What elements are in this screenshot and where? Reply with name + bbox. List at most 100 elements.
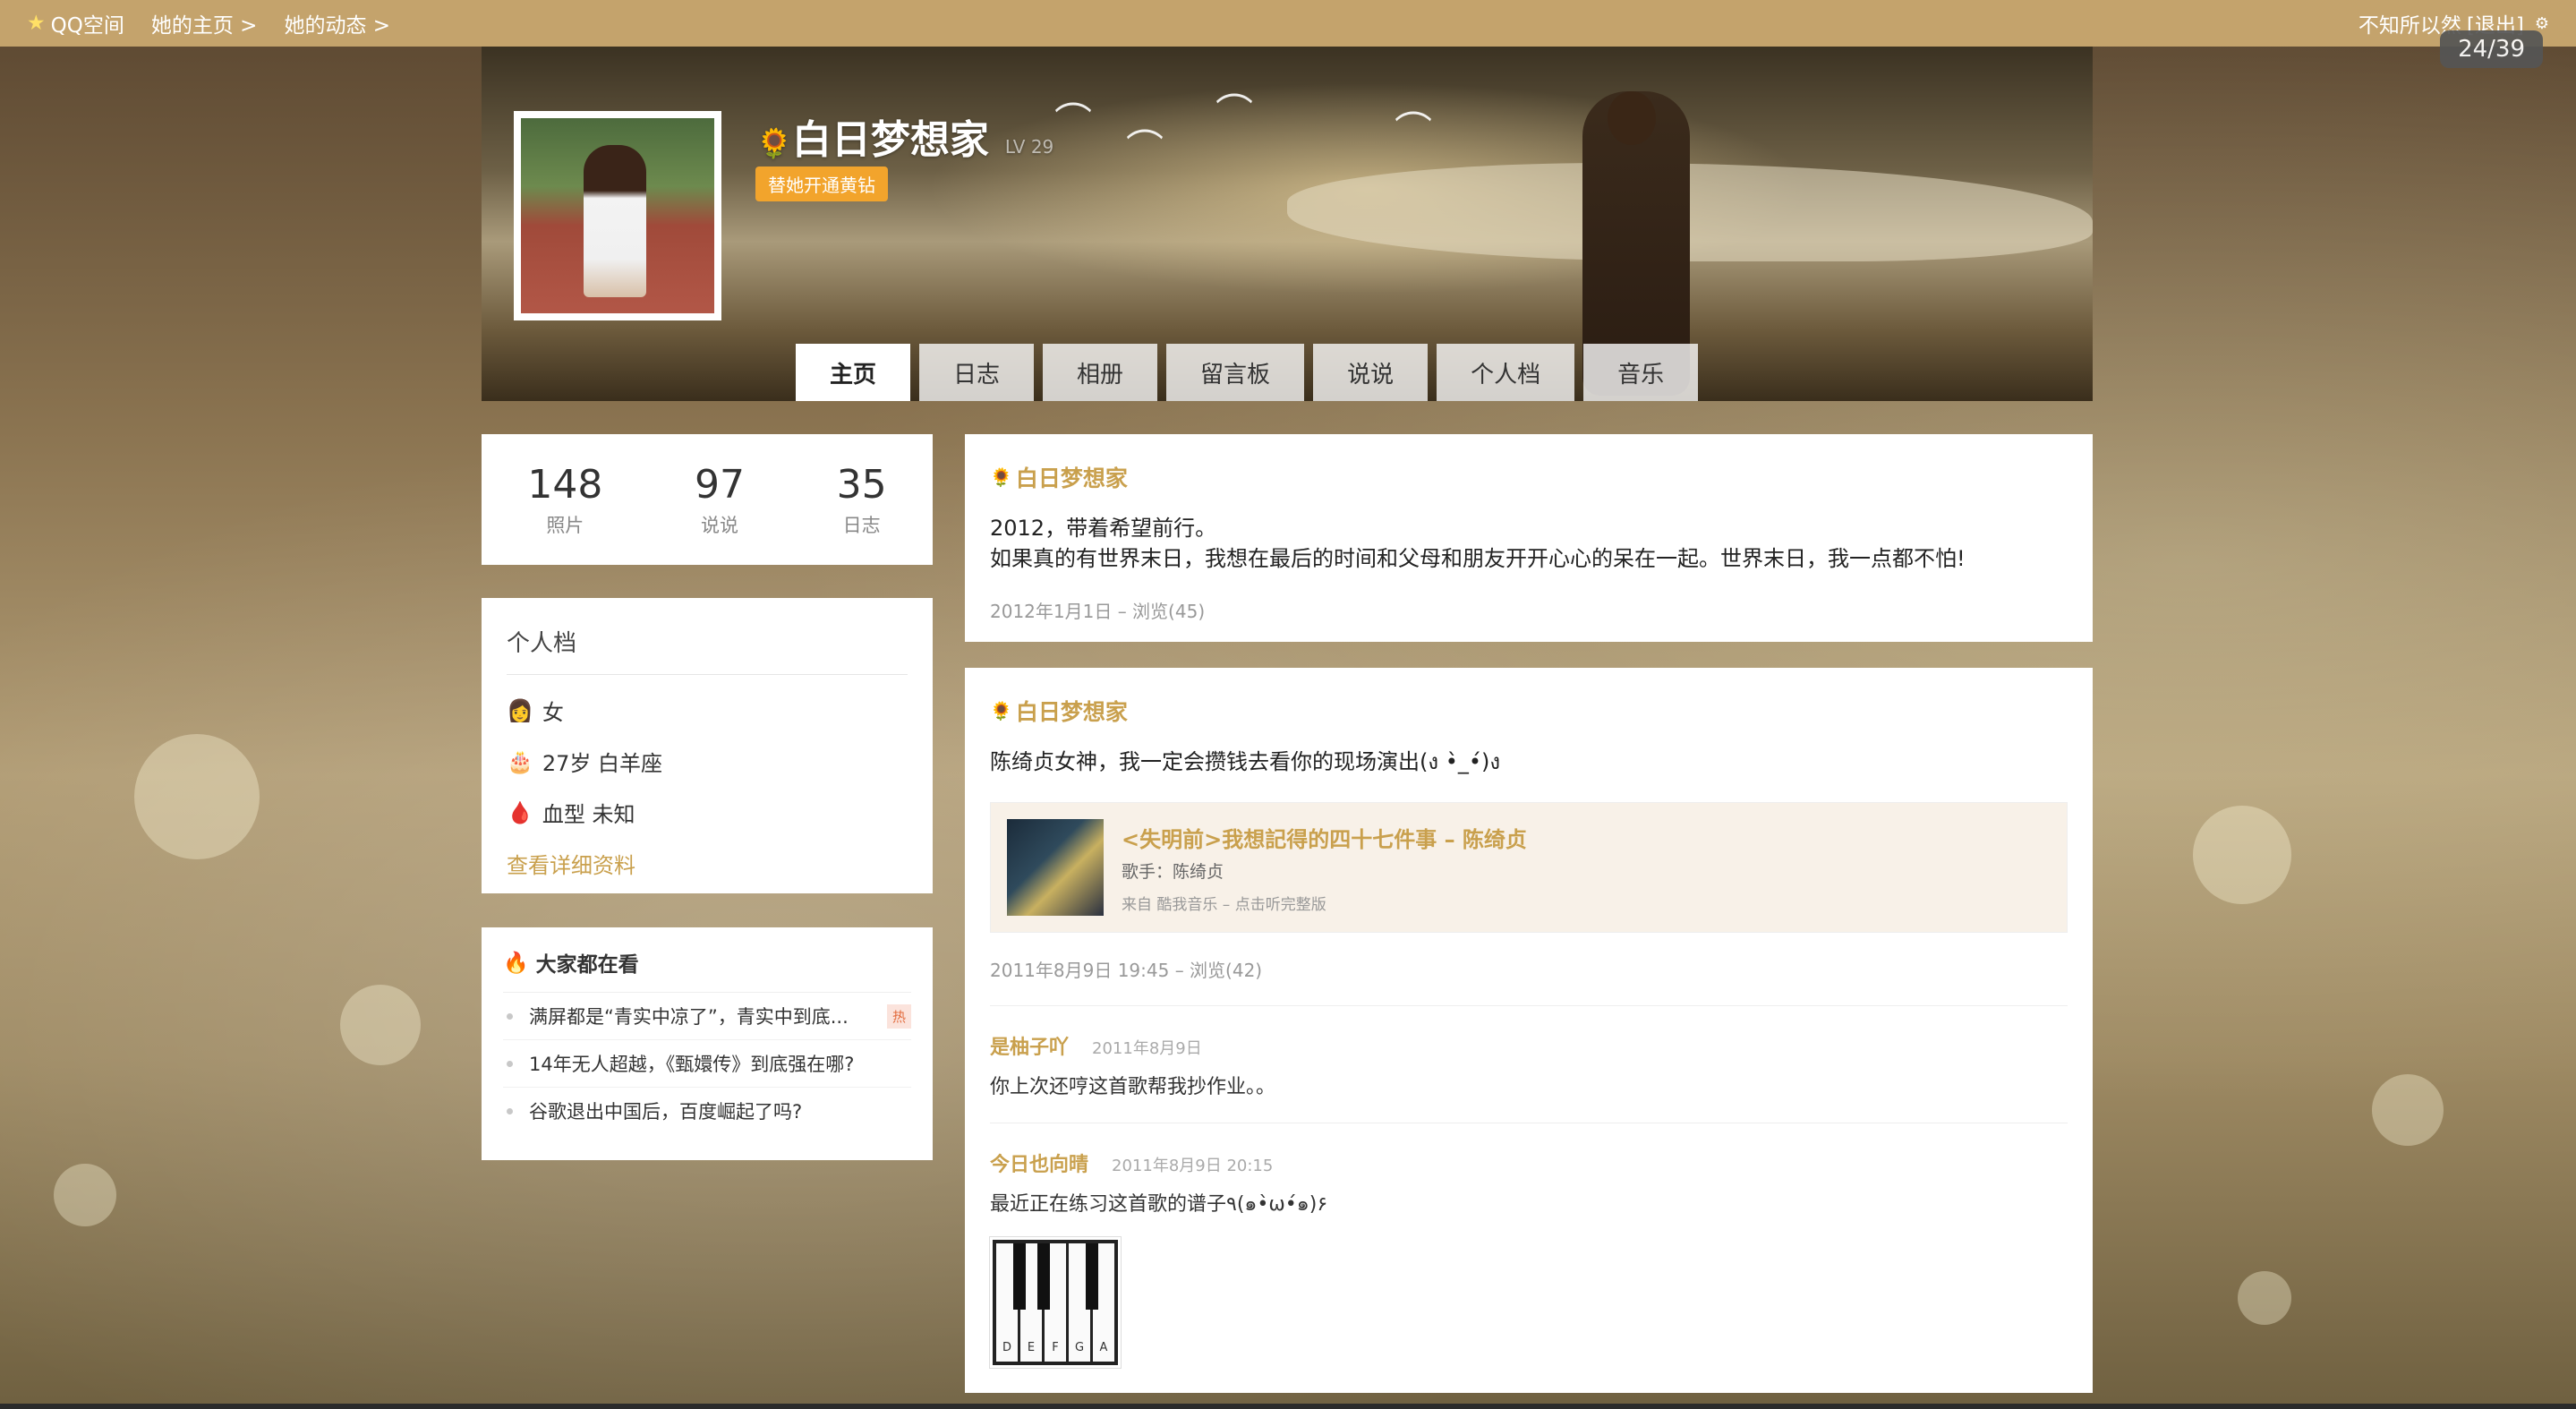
view-details-link[interactable]: 查看详细资料 xyxy=(507,848,908,879)
stat-photos[interactable]: 148 照片 xyxy=(527,462,602,538)
sunflower-icon: 🌻 xyxy=(756,126,792,160)
age-text: 27岁 白羊座 xyxy=(542,751,663,776)
post-body: 陈绮贞女神，我一定会攒钱去看你的现场演出(ง •̀_•́)ง xyxy=(990,749,1501,774)
bokeh-light xyxy=(340,985,421,1065)
hot-badge: 热 xyxy=(886,1003,911,1029)
trending-item[interactable]: 满屏都是“青实中凉了”，青实中到底... 热 xyxy=(503,993,911,1040)
comment-author[interactable]: 今日也向晴 xyxy=(990,1149,1088,1177)
divider xyxy=(990,1005,2068,1006)
trending-item[interactable]: 谷歌退出中国后，百度崛起了吗? xyxy=(503,1088,911,1134)
post-text-line: 2012，带着希望前行。 xyxy=(990,516,1217,541)
comment-time: 2011年8月9日 20:15 xyxy=(1112,1157,1274,1175)
profile-card: 个人档 👩 女 🎂 27岁 白羊座 🩸 血型 未知 查看详细资料 xyxy=(482,598,933,893)
comment: 今日也向晴 2011年8月9日 20:15 最近正在练习这首歌的谱子٩(๑•̀ω… xyxy=(990,1149,2068,1368)
bird-icon: ⌒ xyxy=(1215,90,1254,134)
trending-item-text: 满屏都是“青实中凉了”，青实中到底... xyxy=(529,1006,849,1028)
bullet-icon xyxy=(507,1012,513,1020)
age-row: 🎂 27岁 白羊座 xyxy=(507,746,908,777)
bokeh-light xyxy=(2193,806,2291,904)
level-badge: LV 29 xyxy=(1004,136,1054,158)
music-title[interactable]: <失明前>我想記得的四十七件事 – 陈绮贞 xyxy=(1122,822,1527,853)
feed-post: 🌻 白日梦想家 2012，带着希望前行。 如果真的有世界末日，我想在最后的时间和… xyxy=(965,434,2093,642)
gender-text: 女 xyxy=(542,700,564,725)
music-singer: 歌手：陈绮贞 xyxy=(1122,861,1224,882)
comment-text: 你上次还哼这首歌帮我抄作业。。 xyxy=(990,1076,1276,1098)
post-author-name: 白日梦想家 xyxy=(1015,699,1128,725)
bird-icon: ⌒ xyxy=(1126,126,1164,170)
birthday-cake-icon: 🎂 xyxy=(507,748,533,774)
bokeh-light xyxy=(2372,1074,2444,1146)
bokeh-light xyxy=(54,1164,116,1226)
bullet-icon xyxy=(507,1060,513,1067)
post-body: 2012，带着希望前行。 如果真的有世界末日，我想在最后的时间和父母和朋友开开心… xyxy=(990,513,2068,574)
bird-icon: ⌒ xyxy=(1395,108,1433,152)
settings-icon[interactable]: ⚙ xyxy=(2535,14,2549,33)
bokeh-light xyxy=(134,734,260,859)
stat-number: 97 xyxy=(694,461,745,508)
post-meta: 2011年8月9日 19:45 – 浏览(42) xyxy=(990,960,1263,981)
stats-card: 148 照片 97 说说 35 日志 xyxy=(482,434,933,565)
post-author[interactable]: 🌻 白日梦想家 xyxy=(990,695,2068,727)
avatar-figure xyxy=(584,145,646,297)
trending-item-text: 14年无人超越，《甄嬛传》到底强在哪? xyxy=(529,1054,855,1075)
avatar[interactable] xyxy=(514,111,721,320)
stat-label: 照片 xyxy=(546,514,584,536)
qzone-label: QQ空间 xyxy=(50,14,124,38)
trending-item-text: 谷歌退出中国后，百度崛起了吗? xyxy=(529,1101,803,1123)
stat-blogs[interactable]: 35 日志 xyxy=(837,462,887,538)
tab-home[interactable]: 主页 xyxy=(796,344,911,401)
sunflower-icon: 🌻 xyxy=(990,466,1012,488)
profile-card-title: 个人档 xyxy=(507,625,908,675)
stat-shuoshuo[interactable]: 97 说说 xyxy=(695,462,745,538)
slide-counter: 24/39 xyxy=(2440,30,2543,68)
her-home-link[interactable]: 她的主页 > xyxy=(151,8,258,38)
banner-lake xyxy=(1287,163,2093,261)
avatar-photo xyxy=(521,118,714,313)
trending-item[interactable]: 14年无人超越，《甄嬛传》到底强在哪? xyxy=(503,1040,911,1088)
her-feed-link[interactable]: 她的动态 > xyxy=(284,8,390,38)
banner-woman-head xyxy=(1608,91,1656,145)
profile-tabs: 主页 日志 相册 留言板 说说 个人档 音乐 xyxy=(796,344,1699,401)
sunflower-icon: 🌻 xyxy=(990,700,1012,722)
piano-image[interactable]: D E F G A xyxy=(990,1237,1121,1368)
music-source[interactable]: 来自 酷我音乐 – 点击听完整版 xyxy=(1122,892,1527,914)
tab-blog[interactable]: 日志 xyxy=(919,344,1035,401)
post-author[interactable]: 🌻 白日梦想家 xyxy=(990,461,2068,493)
tab-music[interactable]: 音乐 xyxy=(1583,344,1699,401)
tab-album[interactable]: 相册 xyxy=(1043,344,1158,401)
bird-icon: ⌒ xyxy=(1054,99,1093,143)
vip-open-button[interactable]: 替她开通黄钻 xyxy=(755,167,888,201)
tab-profile[interactable]: 个人档 xyxy=(1437,344,1575,401)
music-info: <失明前>我想記得的四十七件事 – 陈绮贞 歌手：陈绮贞 来自 酷我音乐 – 点… xyxy=(1122,822,1527,914)
comment-author[interactable]: 是柚子吖 xyxy=(990,1031,1069,1060)
top-nav-bar: ★ QQ空间 她的主页 > 她的动态 > 不知所以然 [退出] ⚙ xyxy=(0,0,2576,47)
trending-title: 🔥 大家都在看 xyxy=(503,947,911,993)
bottom-edge xyxy=(0,1404,2576,1409)
bokeh-light xyxy=(2238,1271,2291,1325)
album-cover xyxy=(1007,819,1104,916)
stat-number: 148 xyxy=(527,461,603,508)
qzone-link[interactable]: ★ QQ空间 xyxy=(27,8,124,38)
piano-key: G xyxy=(1069,1243,1098,1362)
piano-key: D xyxy=(996,1243,1026,1362)
feed-post: 🌻 白日梦想家 陈绮贞女神，我一定会攒钱去看你的现场演出(ง •̀_•́)ง <… xyxy=(965,668,2093,1393)
star-icon: ★ xyxy=(27,12,46,35)
comment-time: 2011年8月9日 xyxy=(1092,1039,1202,1058)
tab-shuoshuo[interactable]: 说说 xyxy=(1313,344,1429,401)
gender-icon: 👩 xyxy=(507,697,533,723)
post-meta: 2012年1月1日 – 浏览(45) xyxy=(990,601,1206,622)
comment: 是柚子吖 2011年8月9日 你上次还哼这首歌帮我抄作业。。 xyxy=(990,1031,2068,1099)
profile-name-text: 白日梦想家 xyxy=(791,117,989,163)
music-share-card[interactable]: <失明前>我想記得的四十七件事 – 陈绮贞 歌手：陈绮贞 来自 酷我音乐 – 点… xyxy=(990,802,2068,933)
post-author-name: 白日梦想家 xyxy=(1015,465,1128,491)
stat-label: 日志 xyxy=(842,514,881,536)
stat-label: 说说 xyxy=(700,514,738,536)
post-text-line: 如果真的有世界末日，我想在最后的时间和父母和朋友开开心心的呆在一起。世界末日，我… xyxy=(990,546,1966,571)
trending-card: 🔥 大家都在看 满屏都是“青实中凉了”，青实中到底... 热 14年无人超越，《… xyxy=(482,927,933,1160)
stat-number: 35 xyxy=(836,461,887,508)
tab-guestbook[interactable]: 留言板 xyxy=(1166,344,1305,401)
bullet-icon xyxy=(507,1107,513,1114)
blood-text: 血型 未知 xyxy=(542,802,635,827)
comment-text: 最近正在练习这首歌的谱子٩(๑•̀ω•́๑)۶ xyxy=(990,1193,1328,1216)
fire-icon: 🔥 xyxy=(503,951,529,975)
